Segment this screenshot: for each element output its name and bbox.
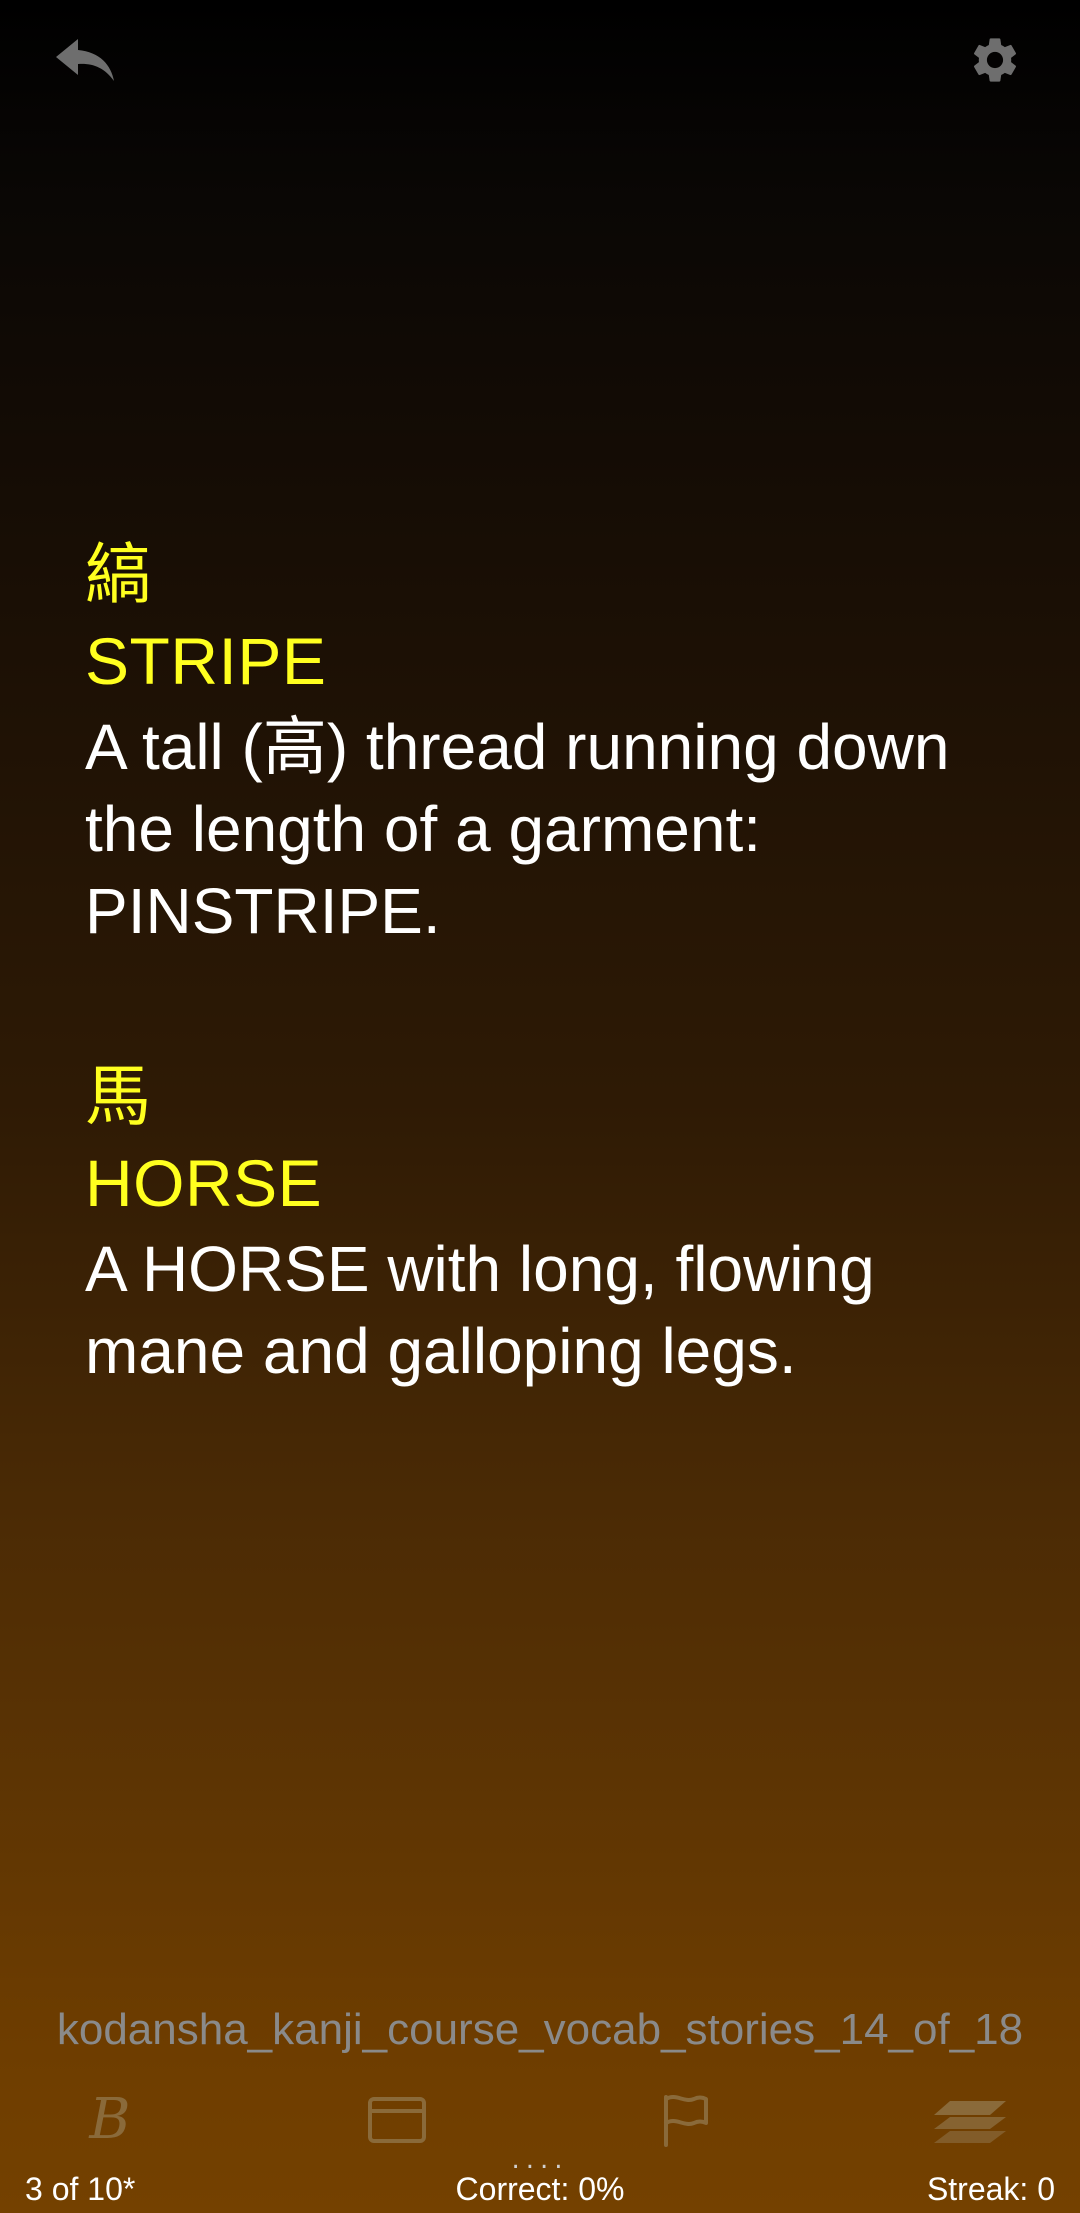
card-icon — [368, 2097, 426, 2143]
story-content: 縞 STRIPE A tall (高) thread running down … — [85, 530, 1025, 1492]
settings-button[interactable] — [965, 30, 1025, 90]
kanji-entry: 縞 STRIPE A tall (高) thread running down … — [85, 530, 1025, 952]
kanji-story: A HORSE with long, flowing mane and gall… — [85, 1233, 875, 1387]
kanji-keyword: STRIPE — [85, 624, 327, 698]
flag-icon — [664, 2095, 708, 2147]
gear-icon — [973, 38, 1017, 82]
kanji-entry: 馬 HORSE A HORSE with long, flowing mane … — [85, 1052, 1025, 1392]
back-button[interactable] — [50, 30, 120, 90]
kanji-character: 縞 — [85, 536, 151, 613]
deck-name: kodansha_kanji_course_vocab_stories_14_o… — [56, 2005, 1024, 2054]
kanji-character: 馬 — [85, 1058, 151, 1135]
top-bar — [0, 0, 1080, 120]
kanji-keyword: HORSE — [85, 1146, 323, 1220]
bold-b-icon: B — [89, 2087, 131, 2152]
kanji-story: A tall (高) thread running down the lengt… — [85, 711, 950, 947]
streak-count: Streak: 0 — [926, 2171, 1055, 2207]
flag-button[interactable] — [640, 2085, 730, 2155]
bold-button[interactable]: B — [65, 2085, 155, 2155]
correct-percentage: Correct: 0% — [455, 2171, 625, 2207]
card-button[interactable] — [352, 2085, 442, 2155]
back-arrow-icon — [56, 39, 114, 81]
stack-icon — [934, 2101, 1006, 2143]
stack-button[interactable] — [925, 2085, 1015, 2155]
